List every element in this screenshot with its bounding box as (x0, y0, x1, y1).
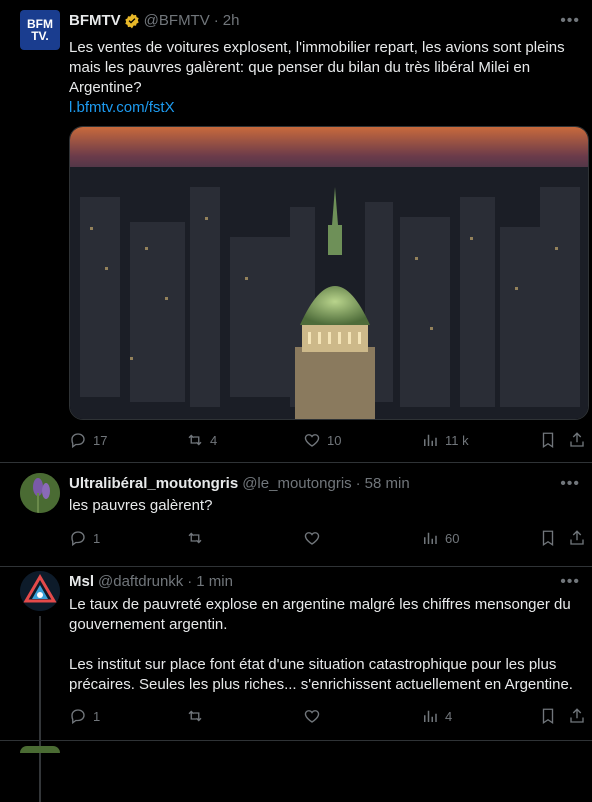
tweet-text: Les ventes de voitures explosent, l'immo… (69, 38, 579, 118)
reply-button[interactable]: 17 (69, 430, 107, 450)
views-button[interactable]: 4 (421, 706, 452, 726)
views-count: 60 (445, 530, 460, 546)
city-dome-photo (70, 127, 588, 419)
reply-icon (71, 709, 85, 725)
separator-dot: · (213, 12, 219, 29)
views-count: 4 (445, 708, 453, 724)
repost-button[interactable] (186, 706, 204, 726)
repost-button[interactable]: 4 (186, 430, 217, 450)
avatar-msl[interactable] (20, 571, 60, 611)
reply-count: 1 (93, 708, 101, 724)
next-tweet-avatar-partial (20, 746, 60, 753)
views-button[interactable]: 60 (421, 528, 459, 548)
more-options-icon[interactable]: ••• (560, 475, 580, 493)
reply-button[interactable]: 1 (69, 528, 100, 548)
tweet-header: Msl @daftdrunkk · 1 min (69, 573, 233, 590)
tweet-reply-msl[interactable]: Msl @daftdrunkk · 1 min ••• Le taux de p… (0, 567, 592, 802)
tweet-text: Le taux de pauvreté explose en argentine… (69, 596, 573, 693)
reply-icon (71, 433, 85, 449)
tweet-media-image[interactable] (69, 126, 589, 420)
share-icon (570, 530, 584, 545)
tweet-reply-moutongris[interactable]: Ultralibéral_moutongris @le_moutongris ·… (0, 463, 592, 566)
avatar-bfmtv[interactable]: BFM TV. (20, 10, 60, 50)
avatar-moutongris[interactable] (20, 473, 60, 513)
like-button[interactable] (303, 528, 321, 548)
tweet-body: Les ventes de voitures explosent, l'immo… (69, 39, 569, 96)
author-handle[interactable]: @le_moutongris (242, 475, 351, 492)
like-button[interactable] (303, 706, 321, 726)
lavender-photo-icon (20, 473, 60, 513)
heart-icon (304, 434, 320, 447)
thread-line (39, 616, 41, 802)
timestamp[interactable]: 58 min (365, 475, 410, 492)
tweet-header: Ultralibéral_moutongris @le_moutongris ·… (69, 475, 410, 492)
verified-badge-icon (125, 13, 139, 28)
reply-count: 1 (93, 530, 101, 546)
repost-count: 4 (210, 432, 218, 448)
like-button[interactable]: 10 (303, 430, 341, 450)
share-icon (570, 708, 584, 723)
heart-icon (304, 532, 320, 545)
bookmark-button[interactable] (539, 528, 557, 548)
tweet-actions: 1 4 (69, 706, 589, 726)
views-count: 11 k (445, 432, 469, 448)
share-button[interactable] (568, 706, 586, 726)
views-chart-icon (424, 434, 437, 446)
views-chart-icon (424, 532, 437, 544)
repost-icon (188, 434, 202, 446)
bookmark-button[interactable] (539, 430, 557, 450)
tweet-actions: 1 60 (69, 528, 589, 548)
tweet-bfmtv[interactable]: BFM TV. BFMTV @BFMTV · 2h ••• Les ventes … (0, 0, 592, 462)
msl-logo-icon (20, 571, 60, 611)
like-count: 10 (327, 432, 342, 448)
share-button[interactable] (568, 430, 586, 450)
repost-icon (188, 710, 202, 722)
divider (0, 740, 592, 741)
bookmark-icon (542, 432, 554, 449)
tweet-text: les pauvres galèrent? (69, 497, 213, 514)
timestamp[interactable]: 2h (223, 12, 240, 29)
author-name[interactable]: Ultralibéral_moutongris (69, 475, 238, 492)
repost-button[interactable] (186, 528, 204, 548)
timestamp[interactable]: 1 min (196, 573, 233, 590)
reply-icon (71, 531, 85, 547)
bookmark-button[interactable] (539, 706, 557, 726)
share-icon (570, 432, 584, 447)
bookmark-icon (542, 530, 554, 547)
repost-icon (188, 532, 202, 544)
more-options-icon[interactable]: ••• (560, 573, 580, 591)
reply-button[interactable]: 1 (69, 706, 100, 726)
share-button[interactable] (568, 528, 586, 548)
separator-dot: · (355, 475, 361, 492)
reply-count: 17 (93, 432, 108, 448)
author-handle[interactable]: @daftdrunkk (98, 573, 183, 590)
tweet-link[interactable]: l.bfmtv.com/fstX (69, 99, 175, 116)
bfmtv-logo: BFM TV. (27, 17, 53, 43)
bookmark-icon (542, 708, 554, 725)
tweet-header: BFMTV @BFMTV · 2h (69, 12, 239, 29)
author-handle[interactable]: @BFMTV (144, 12, 210, 29)
author-name[interactable]: Msl (69, 573, 94, 590)
views-button[interactable]: 11 k (421, 430, 469, 450)
heart-icon (304, 710, 320, 723)
author-name[interactable]: BFMTV (69, 12, 121, 29)
views-chart-icon (424, 710, 437, 722)
separator-dot: · (187, 573, 193, 590)
tweet-actions: 17 4 10 11 k (69, 430, 589, 450)
more-options-icon[interactable]: ••• (560, 12, 580, 30)
